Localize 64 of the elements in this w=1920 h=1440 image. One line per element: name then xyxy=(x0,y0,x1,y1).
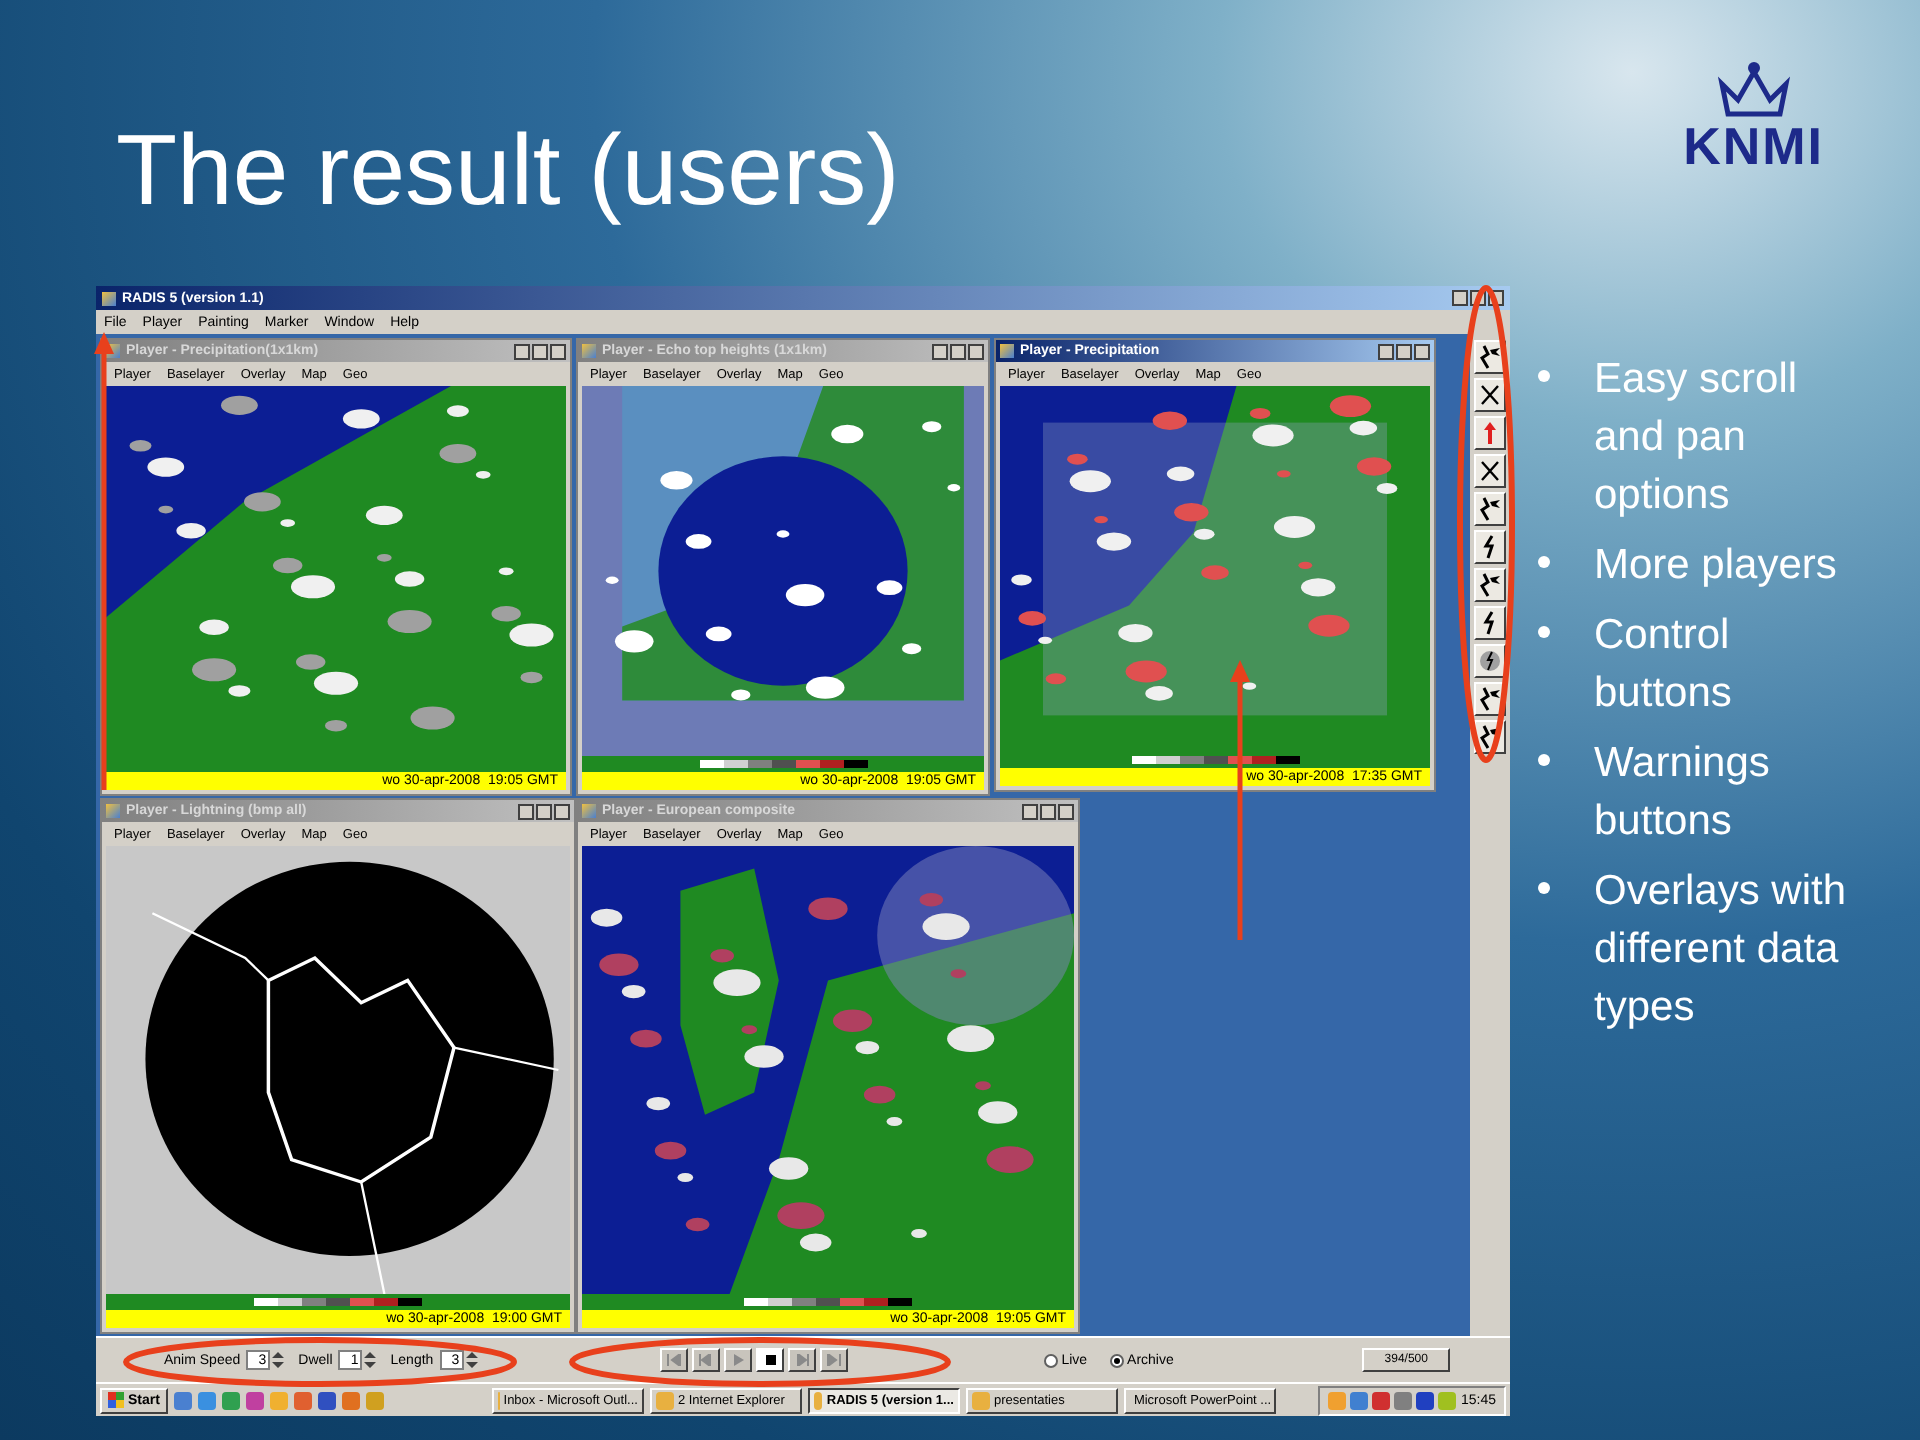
skip-forward-icon xyxy=(825,1354,842,1366)
crossed-lightning-icon xyxy=(1478,382,1502,408)
close-button[interactable] xyxy=(1058,803,1074,819)
maximize-button[interactable] xyxy=(536,803,552,819)
stop-icon xyxy=(761,1354,778,1366)
maximize-button[interactable] xyxy=(1040,803,1056,819)
crown-icon xyxy=(1713,60,1794,120)
warning-button[interactable] xyxy=(1474,378,1506,412)
bullet-dot xyxy=(1538,882,1550,894)
bullet-dot xyxy=(1538,754,1550,766)
playback-button[interactable] xyxy=(691,1348,720,1372)
playback-button[interactable] xyxy=(723,1348,752,1372)
circle-lightning-icon xyxy=(1478,648,1502,674)
spinner-arrows-icon xyxy=(272,1352,285,1368)
playback-button[interactable] xyxy=(755,1348,784,1372)
maximize-button[interactable] xyxy=(950,343,966,359)
bullet-text: Overlays with different data types xyxy=(1594,866,1849,1034)
bullet-text: Warnings buttons xyxy=(1594,738,1772,848)
warning-button[interactable] xyxy=(1474,454,1506,488)
bullet-text: More players xyxy=(1594,540,1839,592)
bullet-text: Control buttons xyxy=(1594,610,1734,720)
close-button[interactable] xyxy=(554,803,570,819)
step-back-icon xyxy=(697,1354,714,1366)
windows-flag-icon xyxy=(108,1392,124,1408)
maximize-button[interactable] xyxy=(532,343,548,359)
plane-lightning-icon xyxy=(1478,496,1502,522)
logo-text: KNMI xyxy=(1683,120,1824,172)
crossed-lightning-icon xyxy=(1478,458,1502,484)
warning-button[interactable] xyxy=(1474,568,1506,602)
minimize-button[interactable] xyxy=(1022,803,1038,819)
maximize-button[interactable] xyxy=(1396,343,1412,359)
plane-lightning-icon xyxy=(1478,686,1502,712)
warning-button[interactable] xyxy=(1474,606,1506,640)
bullet-text: Easy scroll and pan options xyxy=(1594,354,1800,522)
play-icon xyxy=(729,1354,746,1366)
minimize-button[interactable] xyxy=(514,343,530,359)
arrow-icon xyxy=(1478,420,1502,446)
minimize-button[interactable] xyxy=(1378,343,1394,359)
plane-lightning-icon xyxy=(1478,724,1502,750)
close-button[interactable] xyxy=(1414,343,1430,359)
skip-back-icon xyxy=(665,1354,682,1366)
bullet-dot xyxy=(1538,626,1550,638)
plane-lightning-icon xyxy=(1478,344,1502,370)
warning-button[interactable] xyxy=(1474,530,1506,564)
minimize-button[interactable] xyxy=(1452,290,1468,306)
close-button[interactable] xyxy=(550,343,566,359)
minimize-button[interactable] xyxy=(932,343,948,359)
radio-dot[interactable] xyxy=(1043,1353,1058,1367)
step-forward-icon xyxy=(793,1354,810,1366)
warning-button[interactable] xyxy=(1474,492,1506,526)
radio-dot[interactable] xyxy=(1109,1353,1124,1367)
playback-button[interactable] xyxy=(787,1348,816,1372)
close-button[interactable] xyxy=(968,343,984,359)
minimize-button[interactable] xyxy=(518,803,534,819)
spinner-arrows-icon xyxy=(364,1352,377,1368)
spinner-arrows-icon xyxy=(465,1352,478,1368)
warning-button[interactable] xyxy=(1474,644,1506,678)
playback-button[interactable] xyxy=(659,1348,688,1372)
bullet-dot xyxy=(1538,370,1550,382)
slide-title: The result (users) xyxy=(116,120,900,220)
bullet-dot xyxy=(1538,556,1550,568)
warning-button[interactable] xyxy=(1474,416,1506,450)
plane-lightning-icon xyxy=(1478,572,1502,598)
playback-button[interactable] xyxy=(819,1348,848,1372)
